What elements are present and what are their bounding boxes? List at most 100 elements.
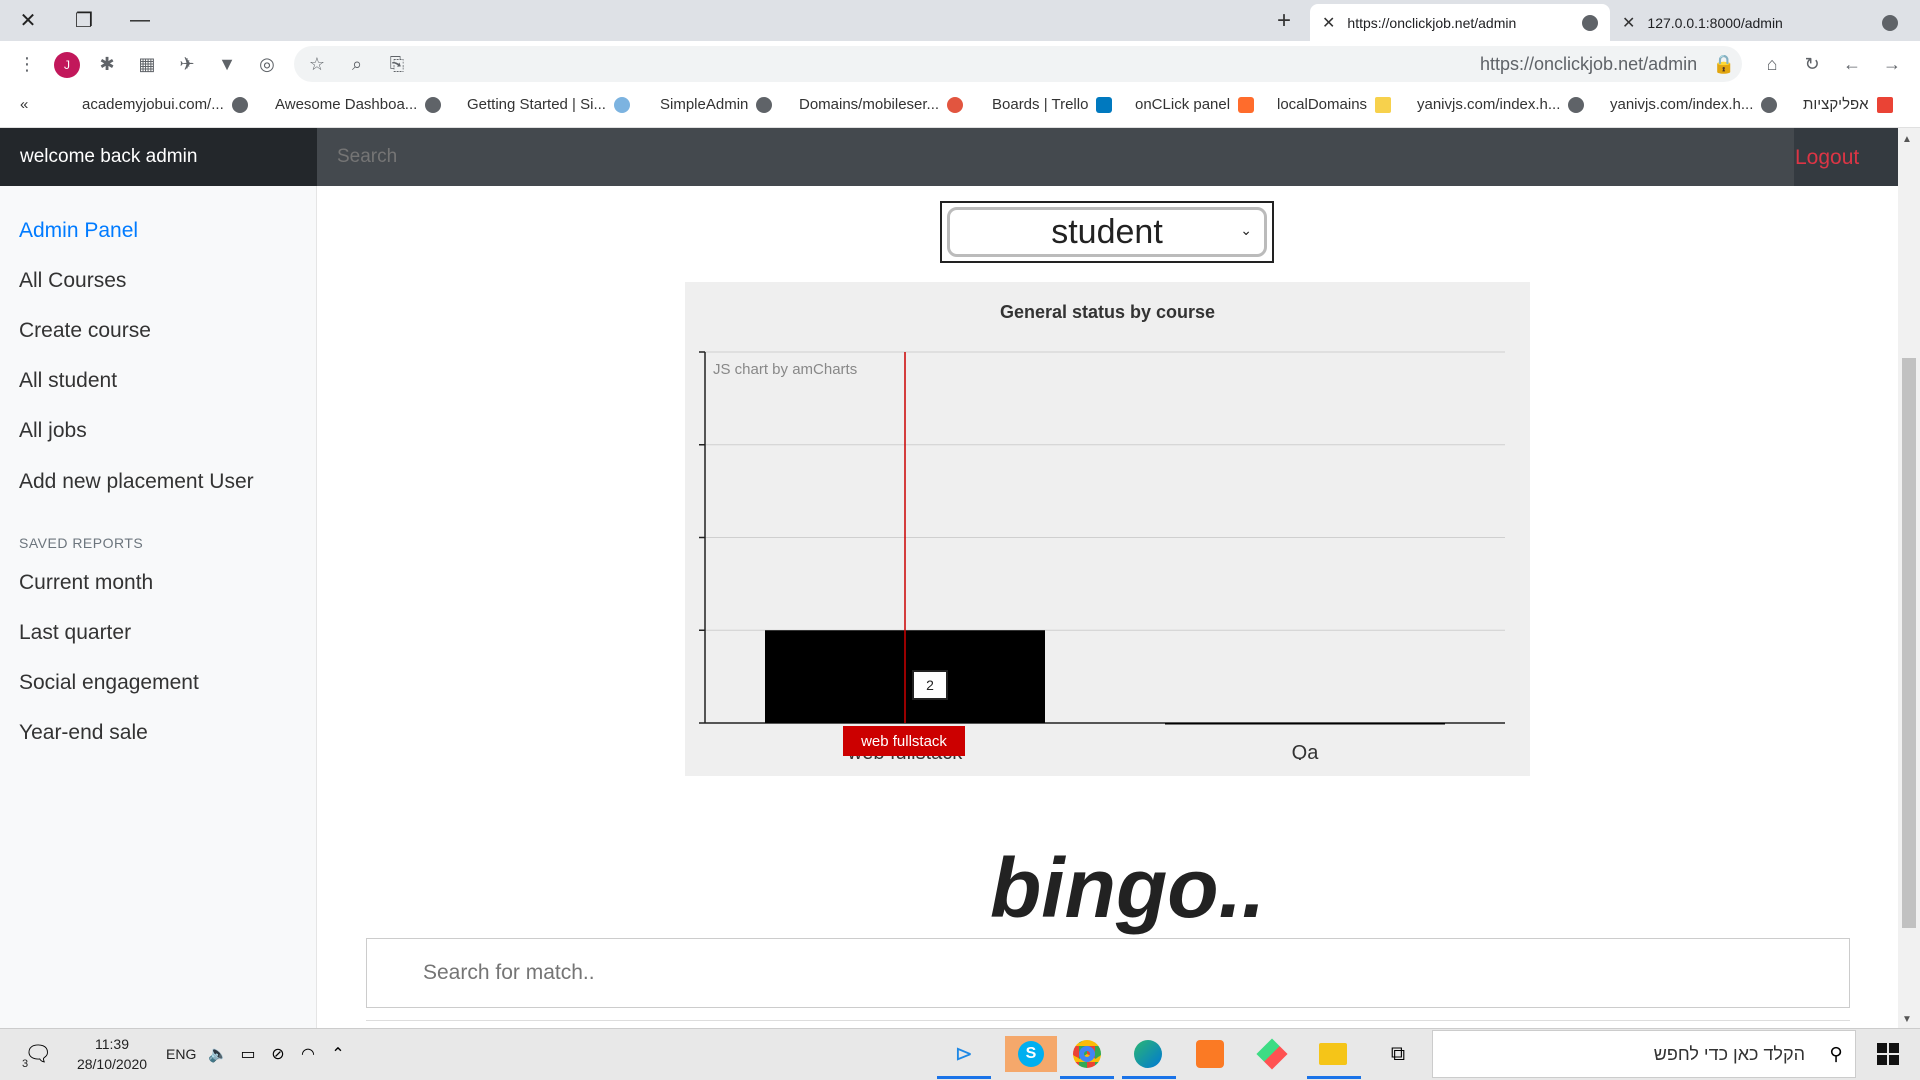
restore-window-icon[interactable]: ❐: [56, 0, 112, 41]
folder-icon: [1375, 96, 1392, 113]
search-icon: ⚲: [1829, 1043, 1843, 1064]
chevron-down-icon: ⌄: [1240, 222, 1252, 238]
tab-title: 127.0.0.1:8000/admin: [1647, 14, 1783, 31]
globe-icon: [1882, 14, 1898, 31]
active-app-indicator: [1122, 1076, 1176, 1079]
chart-credit[interactable]: JS chart by amCharts: [713, 361, 857, 378]
tab-onclickjob[interactable]: ✕ https://onclickjob.net/admin: [1310, 4, 1610, 41]
clock-date: 28/10/2020: [76, 1056, 148, 1072]
bar: [1165, 723, 1445, 725]
brand-title[interactable]: welcome back admin: [0, 128, 317, 186]
bookmark-item[interactable]: Getting Started | Si...: [467, 96, 630, 113]
role-select[interactable]: student ⌄: [940, 201, 1274, 263]
home-icon[interactable]: ⌂: [1760, 52, 1784, 76]
active-app-indicator: [937, 1076, 991, 1079]
menu-dots-icon[interactable]: ⋮: [15, 52, 39, 76]
robot-icon: [613, 96, 630, 113]
language-indicator[interactable]: ENG: [166, 1046, 196, 1062]
sidebar-item-year-end-sale[interactable]: Year-end sale: [19, 721, 148, 745]
navbar-search-input[interactable]: [317, 128, 1794, 186]
saved-reports-heading: SAVED REPORTS: [19, 535, 144, 551]
sidebar-item-create-course[interactable]: Create course: [19, 319, 151, 343]
forward-icon[interactable]: ←: [1840, 52, 1864, 76]
taskbar-search-placeholder: הקלד כאן כדי לחפש: [1653, 1043, 1805, 1064]
trello-icon: [1096, 96, 1113, 113]
tab-title: https://onclickjob.net/admin: [1347, 14, 1517, 31]
extension-badge-icon[interactable]: ✈: [175, 52, 199, 76]
bookmark-item[interactable]: yanivjs.com/index.h...: [1417, 96, 1585, 113]
minimize-window-icon[interactable]: —: [112, 0, 168, 41]
chevron-up-icon[interactable]: ⌃: [318, 1036, 358, 1072]
extension-circle-icon[interactable]: ◎: [255, 52, 279, 76]
bar-tooltip: 2: [912, 670, 948, 700]
match-table: [366, 1020, 1850, 1028]
apps-grid-icon: [1876, 96, 1893, 113]
taskbar-clock[interactable]: 11:39 28/10/2020: [72, 1034, 152, 1074]
sidebar-item-all-courses[interactable]: All Courses: [19, 269, 126, 293]
cursor-category-label: web fullstack: [843, 726, 965, 756]
clock-time: 11:39: [95, 1036, 129, 1052]
vue-devtools-icon[interactable]: ▼: [215, 52, 239, 76]
task-view-icon[interactable]: ⧉: [1378, 1036, 1418, 1072]
reload-icon[interactable]: ↻: [1800, 52, 1824, 76]
globe-icon: [1761, 96, 1778, 113]
logout-link[interactable]: Logout: [1795, 146, 1859, 170]
role-select-inner[interactable]: student ⌄: [947, 207, 1267, 257]
bookmarks-overflow-icon[interactable]: «: [20, 96, 28, 113]
sidebar-item-all-jobs[interactable]: All jobs: [19, 419, 87, 443]
bar-chart: web fullstack Qa: [699, 351, 1505, 760]
active-app-indicator: [1307, 1076, 1361, 1079]
profile-avatar[interactable]: J: [54, 52, 80, 78]
match-search-input[interactable]: [366, 938, 1850, 1008]
translate-icon[interactable]: ⎘: [385, 52, 409, 76]
sidebar-item-admin-panel[interactable]: Admin Panel: [19, 219, 138, 243]
extension-icon[interactable]: ▦: [135, 52, 159, 76]
bookmark-item[interactable]: onCLick panel: [1135, 96, 1255, 113]
close-window-icon[interactable]: ✕: [0, 0, 56, 41]
cpanel-icon: [1238, 96, 1255, 113]
skype-icon[interactable]: S: [1005, 1036, 1057, 1072]
bookmark-item[interactable]: Awesome Dashboa...: [275, 96, 442, 113]
close-tab-icon[interactable]: ✕: [1622, 13, 1635, 33]
url-text: https://onclickjob.net/admin: [1480, 54, 1698, 74]
scroll-down-icon[interactable]: ▼: [1902, 1014, 1912, 1025]
scrollbar-thumb[interactable]: [1902, 358, 1916, 928]
tab-localhost[interactable]: ✕ 127.0.0.1:8000/admin: [1610, 4, 1910, 41]
chart-title: General status by course: [999, 302, 1216, 322]
bookmark-item[interactable]: academyjobui.com/...: [82, 96, 248, 113]
vscode-icon[interactable]: ⊳: [944, 1036, 984, 1072]
sidebar-item-social-engagement[interactable]: Social engagement: [19, 671, 199, 695]
role-select-value: student: [1051, 212, 1163, 251]
active-app-indicator: [1060, 1076, 1114, 1079]
sidebar: [0, 186, 317, 1028]
bingo-heading: bingo..: [990, 841, 1266, 935]
bookmark-item[interactable]: localDomains: [1277, 96, 1392, 113]
new-tab-button[interactable]: +: [1266, 0, 1302, 41]
sidebar-item-current-month[interactable]: Current month: [19, 571, 153, 595]
bookmark-item[interactable]: אפליקציות: [1803, 96, 1893, 113]
lock-icon[interactable]: 🔒: [1712, 52, 1736, 76]
bookmark-item[interactable]: Domains/mobileser...: [799, 96, 964, 113]
close-tab-icon[interactable]: ✕: [1322, 13, 1335, 33]
bookmark-item[interactable]: yanivjs.com/index.h...: [1610, 96, 1778, 113]
extensions-icon[interactable]: ✱: [95, 52, 119, 76]
back-icon[interactable]: →: [1880, 52, 1904, 76]
xampp-icon[interactable]: [1190, 1036, 1230, 1072]
person-icon: [425, 96, 442, 113]
x-tick-label: Qa: [1292, 742, 1320, 760]
scroll-up-icon[interactable]: ▲: [1902, 134, 1912, 145]
chrome-icon[interactable]: [1067, 1036, 1107, 1072]
edge-icon[interactable]: [1128, 1036, 1168, 1072]
bookmark-star-icon[interactable]: ☆: [305, 52, 329, 76]
bookmark-item[interactable]: Boards | Trello: [992, 96, 1113, 113]
globe-icon: [756, 96, 773, 113]
zoom-icon[interactable]: ⌕: [345, 52, 369, 76]
taskbar-search-input[interactable]: הקלד כאן כדי לחפש: [1432, 1030, 1856, 1078]
windows-start-icon[interactable]: [1868, 1036, 1908, 1072]
git-icon[interactable]: [1252, 1036, 1292, 1072]
bookmark-item[interactable]: SimpleAdmin: [660, 96, 773, 113]
sidebar-item-all-student[interactable]: All student: [19, 369, 117, 393]
sidebar-item-last-quarter[interactable]: Last quarter: [19, 621, 131, 645]
file-explorer-icon[interactable]: [1313, 1036, 1353, 1072]
sidebar-item-add-placement-user[interactable]: Add new placement User: [19, 470, 254, 494]
